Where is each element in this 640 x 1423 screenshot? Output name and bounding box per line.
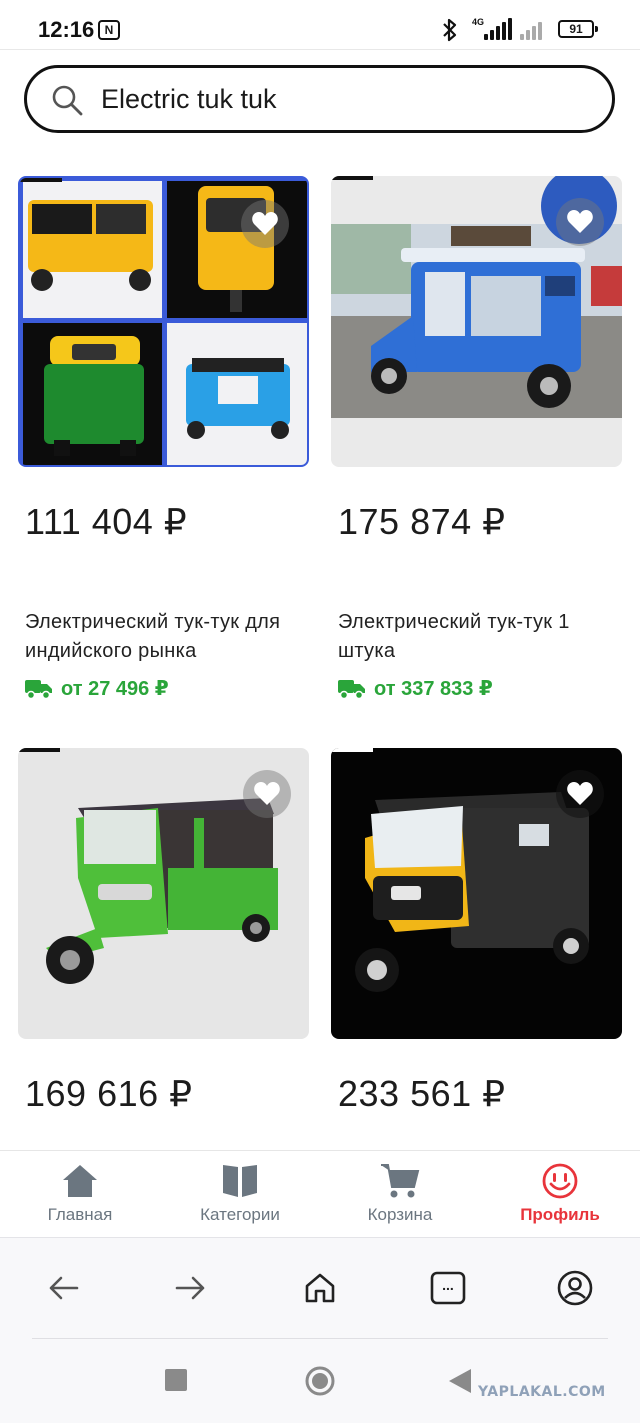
bottom-navigation: Главная Категории Корзина Профиль [0, 1150, 640, 1236]
product-image[interactable] [331, 176, 622, 467]
delivery-price: от 27 496 ₽ [61, 678, 169, 700]
nav-label: Главная [47, 1205, 113, 1224]
image-progress-indicator [18, 748, 60, 752]
nav-item-home[interactable]: Главная [0, 1163, 160, 1225]
square-icon [165, 1369, 187, 1391]
product-image[interactable] [331, 748, 622, 1039]
cart-icon [381, 1164, 420, 1198]
circle-icon [305, 1366, 335, 1396]
signal-weak-icon [520, 18, 548, 40]
product-title[interactable]: Электрический тук-тук для индийского рын… [25, 608, 310, 666]
nav-item-categories[interactable]: Категории [160, 1163, 320, 1225]
nav-label: Категории [200, 1205, 280, 1224]
product-image[interactable] [18, 748, 309, 1039]
smile-icon [542, 1163, 578, 1199]
network-type: 4G [472, 17, 485, 27]
tabs-label: ... [442, 1277, 454, 1293]
heart-icon [254, 782, 280, 805]
account-button[interactable] [553, 1266, 597, 1310]
tabs-button[interactable]: ... [426, 1266, 470, 1310]
favorite-button[interactable] [243, 770, 291, 818]
delivery-truck-icon [25, 679, 52, 699]
recents-button[interactable] [165, 1369, 187, 1396]
triangle-back-icon [449, 1369, 471, 1393]
system-back-button[interactable] [449, 1369, 471, 1398]
watermark: YAPLAKAL.COM [478, 1384, 606, 1400]
status-bar: 12:16 N 4G 91 [0, 0, 640, 50]
nav-item-profile[interactable]: Профиль [480, 1163, 640, 1225]
search-input[interactable] [101, 78, 581, 120]
nav-label: Профиль [520, 1205, 600, 1224]
product-price: 233 561 ₽ [338, 1073, 506, 1114]
delivery-truck-icon [338, 679, 365, 699]
book-icon [223, 1165, 257, 1197]
back-button[interactable] [41, 1266, 85, 1310]
product-title[interactable]: Электрический тук-тук 1 штука [338, 608, 623, 666]
system-navigation [0, 1339, 640, 1423]
heart-icon [567, 210, 593, 233]
status-time: 12:16 [38, 17, 95, 42]
heart-icon [567, 782, 593, 805]
image-progress-indicator [20, 178, 62, 182]
image-progress-indicator [331, 748, 373, 752]
search-bar[interactable] [24, 65, 615, 133]
product-price: 175 874 ₽ [338, 501, 506, 542]
bluetooth-icon [442, 18, 458, 48]
favorite-button[interactable] [556, 770, 604, 818]
browser-toolbar: ... [0, 1237, 640, 1339]
system-home-button[interactable] [304, 1365, 336, 1402]
battery-indicator: 91 [558, 20, 598, 38]
heart-icon [252, 212, 278, 235]
product-price: 169 616 ₽ [25, 1073, 193, 1114]
nfc-icon: N [98, 20, 120, 40]
nav-label: Корзина [367, 1205, 433, 1224]
account-icon [557, 1270, 593, 1306]
favorite-button[interactable] [556, 198, 604, 246]
image-progress-indicator [331, 176, 373, 180]
delivery-info: от 27 496 ₽ [25, 676, 169, 701]
forward-button[interactable] [169, 1266, 213, 1310]
delivery-price: от 337 833 ₽ [374, 678, 493, 700]
back-arrow-icon [49, 1276, 79, 1300]
search-icon [51, 84, 83, 116]
home-icon [63, 1165, 97, 1197]
forward-arrow-icon [175, 1276, 205, 1300]
browser-home-button[interactable] [298, 1266, 342, 1310]
favorite-button[interactable] [241, 200, 289, 248]
product-price: 111 404 ₽ [25, 501, 188, 542]
delivery-info: от 337 833 ₽ [338, 676, 493, 701]
home-outline-icon [305, 1273, 335, 1303]
signal-strong-icon [484, 18, 512, 40]
product-image[interactable] [18, 176, 309, 467]
nav-item-cart[interactable]: Корзина [320, 1163, 480, 1225]
